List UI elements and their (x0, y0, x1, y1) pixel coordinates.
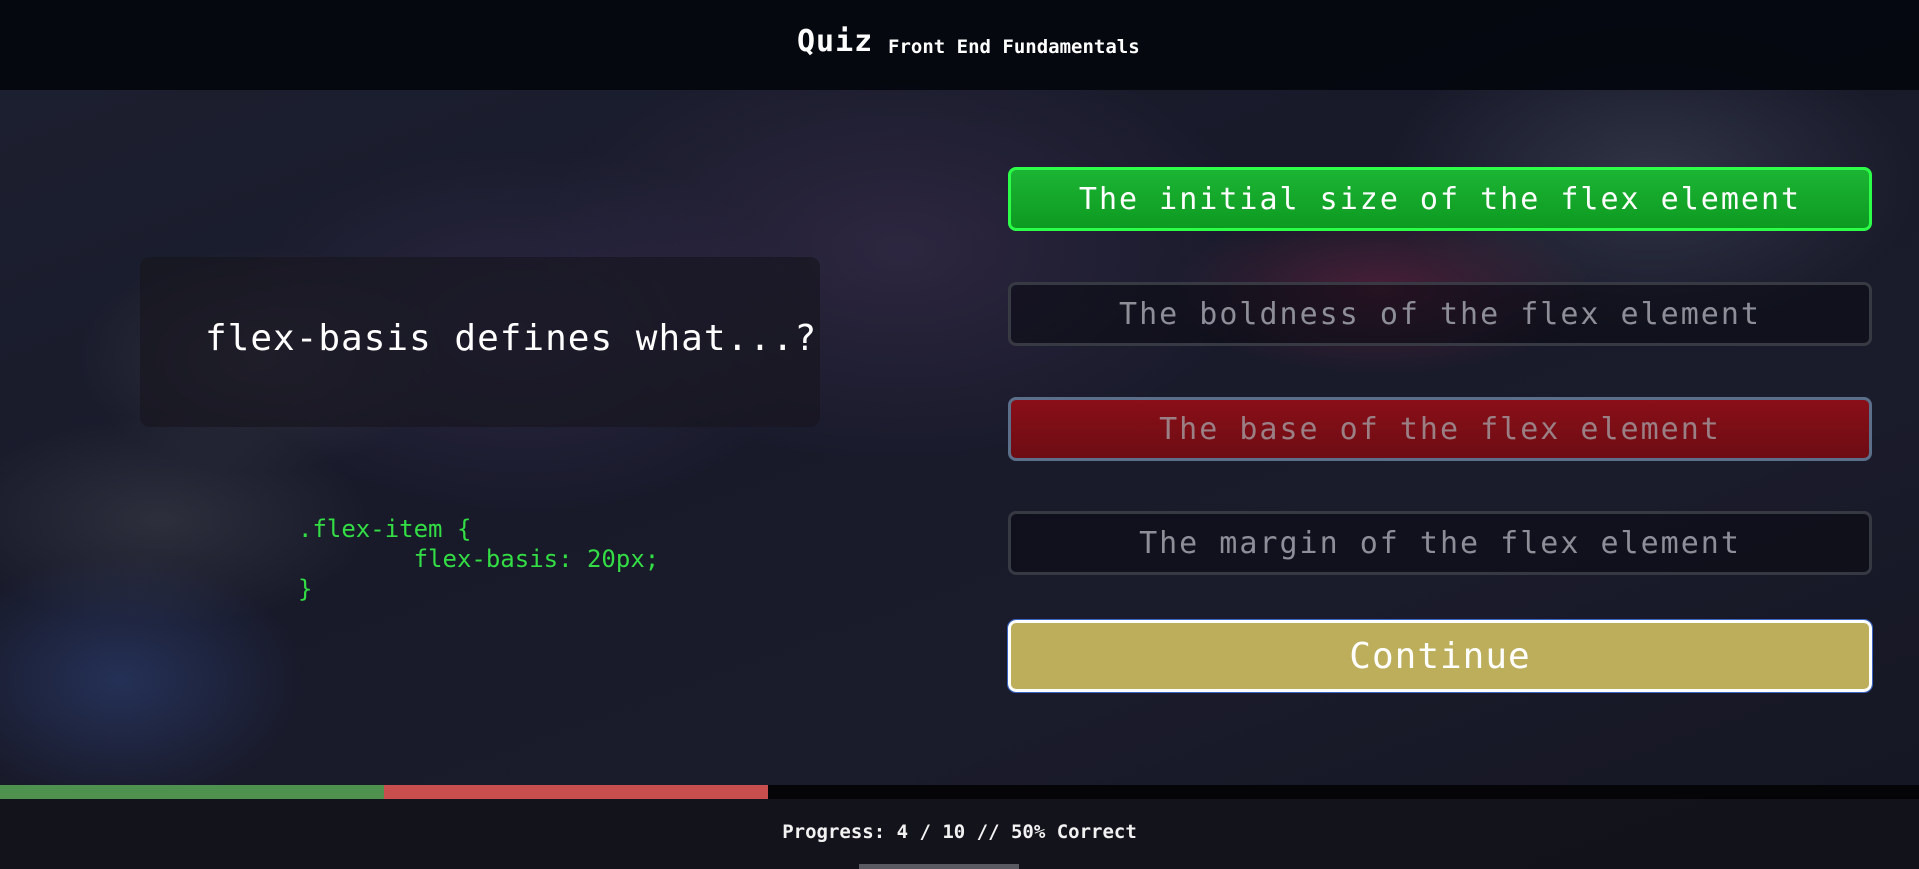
progress-correct-segment (0, 785, 384, 799)
question-text: flex-basis defines what...? (205, 318, 818, 359)
code-line: flex-basis: 20px; (298, 545, 660, 573)
answer-option-2[interactable]: The boldness of the flex element (1008, 282, 1872, 346)
app-title: Quiz (797, 24, 874, 59)
code-line: .flex-item { (298, 515, 472, 543)
answer-option-3[interactable]: The base of the flex element (1008, 397, 1872, 461)
progress-bar (0, 785, 1919, 799)
answer-option-4[interactable]: The margin of the flex element (1008, 511, 1872, 575)
horizontal-scrollbar-thumb[interactable] (859, 864, 1019, 869)
answer-option-1[interactable]: The initial size of the flex element (1008, 167, 1872, 231)
progress-wrong-segment (383, 785, 768, 799)
progress-text: Progress: 4 / 10 // 50% Correct (782, 821, 1137, 843)
footer-bar: Progress: 4 / 10 // 50% Correct (0, 799, 1919, 869)
code-line: } (298, 575, 313, 603)
continue-button[interactable]: Continue (1007, 619, 1873, 693)
code-snippet: .flex-item { flex-basis: 20px;} (298, 514, 659, 604)
quiz-subtitle: Front End Fundamentals (888, 36, 1140, 58)
header-bar: Quiz Front End Fundamentals (0, 0, 1919, 90)
